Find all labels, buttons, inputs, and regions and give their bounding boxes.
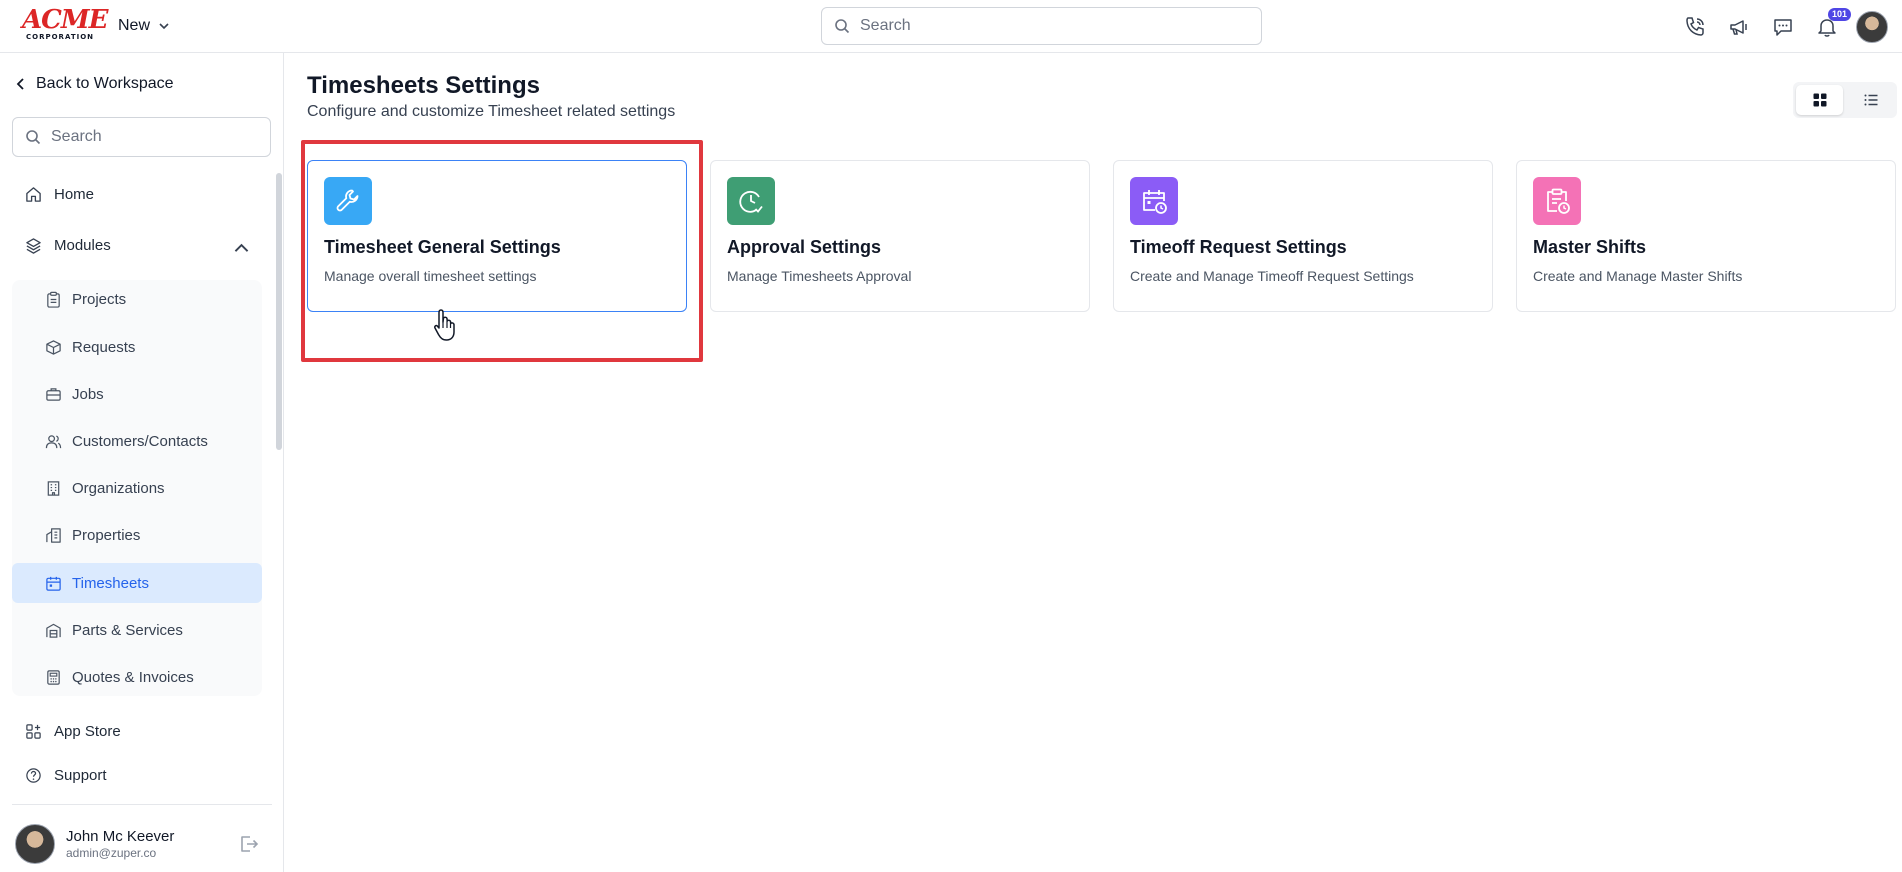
card-description: Create and Manage Master Shifts [1533, 268, 1743, 284]
sidebar-item-quotes-invoices[interactable]: Quotes & Invoices [12, 657, 262, 697]
requests-label: Requests [72, 338, 136, 356]
search-icon [26, 130, 41, 145]
clock-check-icon [727, 177, 775, 225]
phone-icon[interactable] [1680, 12, 1710, 42]
sidebar-item-jobs[interactable]: Jobs [12, 374, 262, 414]
bell-icon[interactable]: 101 [1812, 8, 1852, 42]
calendar-clock-icon [1130, 177, 1178, 225]
sidebar: Back to Workspace Home Modules Projects … [0, 53, 284, 872]
sidebar-item-customers-contacts[interactable]: Customers/Contacts [12, 421, 262, 461]
help-circle-icon [26, 767, 41, 783]
global-search[interactable] [821, 7, 1262, 45]
new-label: New [118, 17, 151, 34]
card-title: Master Shifts [1533, 237, 1647, 257]
search-icon [835, 19, 850, 34]
timesheets-label: Timesheets [72, 574, 149, 592]
card-description: Manage overall timesheet settings [324, 268, 537, 284]
notification-badge: 101 [1828, 8, 1852, 21]
sidebar-item-app-store[interactable]: App Store [12, 713, 262, 749]
organizations-label: Organizations [72, 479, 165, 497]
users-icon [45, 434, 62, 448]
sidebar-item-requests[interactable]: Requests [12, 327, 262, 367]
sidebar-item-timesheets[interactable]: Timesheets [12, 563, 262, 603]
card-master-shifts[interactable]: Master Shifts Create and Manage Master S… [1516, 160, 1896, 312]
grid-view-button[interactable] [1796, 85, 1843, 115]
card-timeoff-request-settings[interactable]: Timeoff Request Settings Create and Mana… [1113, 160, 1493, 312]
logo-text: ACME [22, 5, 108, 35]
wrench-icon [324, 177, 372, 225]
page-subtitle: Configure and customize Timesheet relate… [307, 103, 676, 120]
home-label: Home [54, 185, 95, 203]
modules-label: Modules [54, 236, 111, 254]
user-email: admin@zuper.co [66, 845, 157, 860]
sidebar-item-organizations[interactable]: Organizations [12, 468, 262, 508]
warehouse-icon [46, 623, 61, 638]
chevron-up-icon[interactable] [233, 239, 250, 256]
avatar [15, 824, 55, 864]
acme-logo[interactable]: ACME CORPORATION [22, 7, 108, 41]
card-description: Manage Timesheets Approval [727, 268, 912, 284]
sidebar-item-home[interactable]: Home [12, 176, 262, 212]
chevron-left-icon [16, 78, 24, 90]
box-icon [46, 339, 61, 355]
sidebar-item-support[interactable]: Support [12, 757, 262, 793]
calendar-icon [46, 576, 61, 591]
page-title: Timesheets Settings [307, 72, 540, 99]
logout-icon[interactable] [238, 833, 260, 855]
projects-label: Projects [72, 290, 127, 308]
jobs-label: Jobs [72, 385, 104, 403]
sidebar-item-parts-services[interactable]: Parts & Services [12, 610, 262, 650]
chat-icon[interactable] [1768, 12, 1798, 42]
home-icon [26, 186, 41, 202]
building-icon [47, 480, 60, 496]
customers-label: Customers/Contacts [72, 432, 208, 450]
parts-services-label: Parts & Services [72, 621, 183, 639]
back-to-workspace-link[interactable]: Back to Workspace [14, 75, 174, 93]
card-title: Timesheet General Settings [324, 237, 561, 257]
sidebar-scrollbar[interactable] [276, 173, 282, 450]
sidebar-item-projects[interactable]: Projects [12, 279, 262, 319]
megaphone-icon[interactable] [1724, 12, 1754, 42]
grid-icon [1813, 93, 1826, 107]
sidebar-search[interactable] [12, 117, 271, 157]
logo-subtext: CORPORATION [26, 33, 95, 41]
top-avatar[interactable] [1856, 11, 1888, 43]
new-button[interactable]: New [118, 14, 170, 38]
list-icon [1864, 94, 1877, 106]
clipboard-icon [47, 291, 60, 308]
layers-icon [26, 237, 41, 254]
global-search-input[interactable] [860, 17, 1240, 35]
hand-cursor-icon [434, 309, 455, 341]
sidebar-search-input[interactable] [51, 128, 251, 146]
list-view-button[interactable] [1847, 85, 1894, 115]
card-title: Timeoff Request Settings [1130, 237, 1347, 257]
calculator-icon [47, 669, 60, 685]
briefcase-icon [46, 387, 61, 401]
clipboard-clock-icon [1533, 177, 1581, 225]
back-label: Back to Workspace [36, 75, 174, 92]
properties-label: Properties [72, 526, 141, 544]
sidebar-divider [12, 804, 272, 805]
sidebar-item-modules[interactable]: Modules [12, 227, 262, 263]
sidebar-item-properties[interactable]: Properties [12, 515, 262, 555]
quotes-invoices-label: Quotes & Invoices [72, 668, 194, 686]
top-bar: ACME CORPORATION New 101 [0, 0, 1902, 53]
user-profile[interactable]: John Mc Keever admin@zuper.co [15, 824, 174, 864]
app-store-icon [26, 723, 41, 739]
property-icon [46, 527, 61, 543]
card-description: Create and Manage Timeoff Request Settin… [1130, 268, 1414, 284]
view-toggle [1793, 82, 1897, 118]
app-store-label: App Store [54, 722, 121, 740]
card-title: Approval Settings [727, 237, 882, 257]
card-timesheet-general-settings[interactable]: Timesheet General Settings Manage overal… [307, 160, 687, 312]
chevron-down-icon [159, 23, 169, 30]
user-name: John Mc Keever [66, 827, 175, 845]
card-approval-settings[interactable]: Approval Settings Manage Timesheets Appr… [710, 160, 1090, 312]
support-label: Support [54, 766, 107, 784]
